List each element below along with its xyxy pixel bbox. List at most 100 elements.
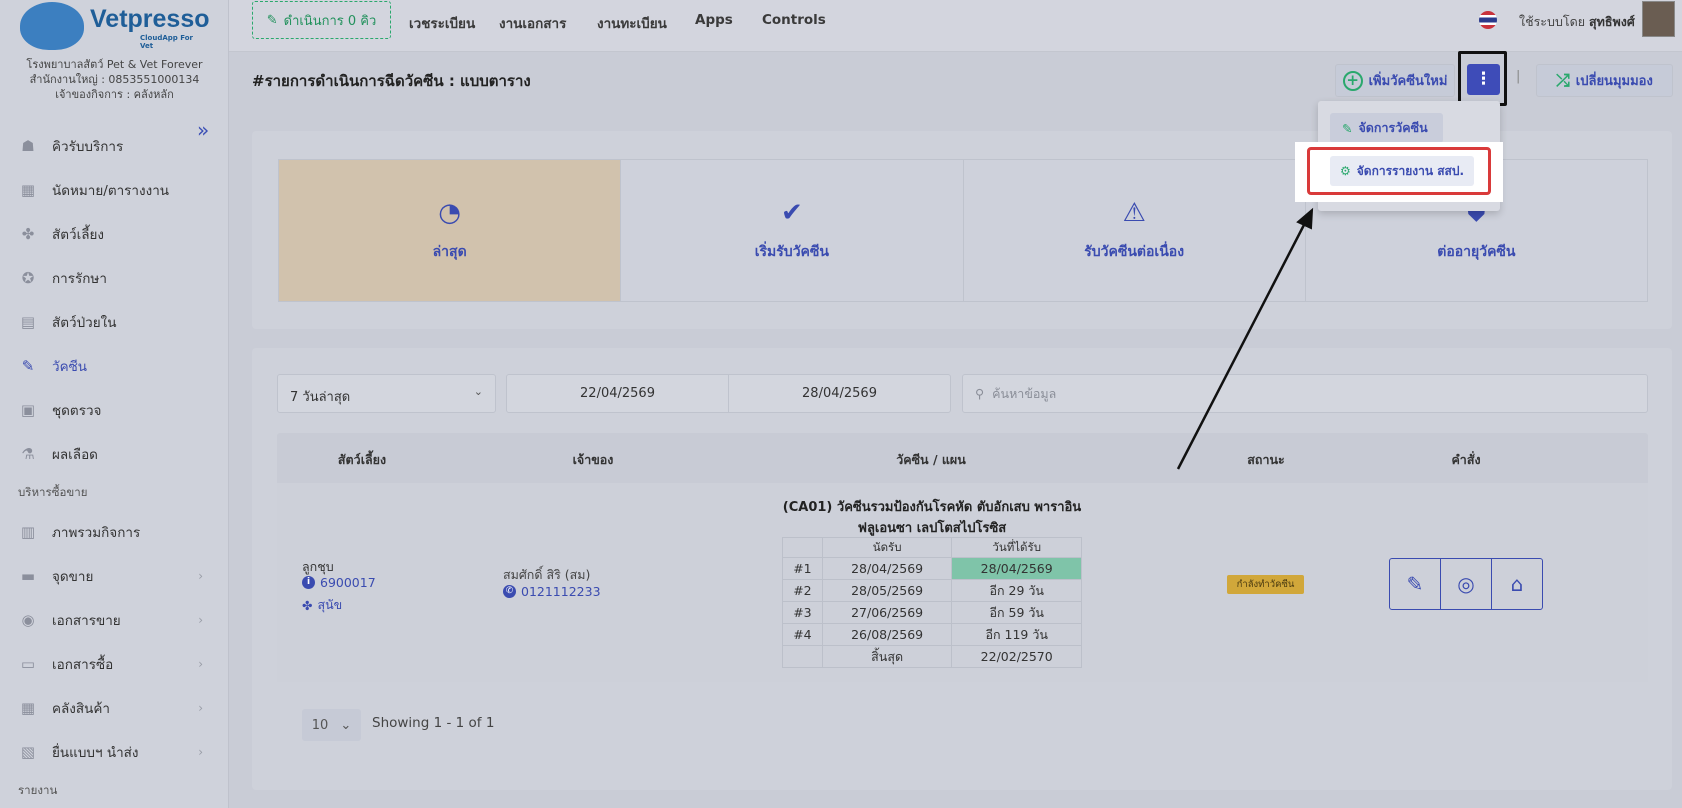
sidebar-item-label: ชุดตรวจ xyxy=(52,403,102,419)
pet-type-label: สุนัข xyxy=(317,597,343,612)
clinic-name: โรงพยาบาลสัตว์ Pet & Vet Forever xyxy=(26,58,203,71)
sidebar-item-pets[interactable]: ✤ สัตว์เลี้ยง xyxy=(0,212,229,256)
sidebar-item-tax-forms[interactable]: ▧ ยื่นแบบฯ นำส่ง › xyxy=(0,730,229,774)
paw-icon: ✤ xyxy=(302,597,313,613)
schedule-cell xyxy=(782,645,823,668)
sidebar-item-inpatients[interactable]: ▤ สัตว์ป่วยใน xyxy=(0,300,229,344)
tab-label: ต่ออายุวัคซีน xyxy=(1437,243,1516,260)
vaccinate-button[interactable]: ✎ xyxy=(1390,559,1441,609)
pet-id-link[interactable]: i 6900017 xyxy=(302,575,376,590)
menu-documents[interactable]: งานเอกสาร xyxy=(499,12,566,34)
menu-medical-records[interactable]: เวชระเบียน xyxy=(409,12,475,34)
schedule-col-received: วันที่ได้รับ xyxy=(951,537,1082,558)
calendar-icon: ▦ xyxy=(20,181,36,199)
tab-recent[interactable]: ◔ ล่าสุด xyxy=(279,160,622,301)
table-header: สัตว์เลี้ยง เจ้าของ วัคซีน / แผน สถานะ ค… xyxy=(277,433,1648,483)
switch-view-label: เปลี่ยนมุมมอง xyxy=(1575,74,1653,89)
kebab-icon: ⋮ xyxy=(1475,69,1492,89)
menu-item-manage-vaccine[interactable]: ✎ จัดการวัคซีน xyxy=(1330,113,1443,143)
menu-item-manage-report-highlight: ⚙ จัดการรายงาน สสป. xyxy=(1307,147,1491,195)
shuffle-icon: ⤮ xyxy=(1556,70,1570,91)
sidebar: Vetpresso CloudApp For Vet โรงพยาบาลสัตว… xyxy=(0,0,229,808)
menu-controls[interactable]: Controls xyxy=(762,12,826,28)
sidebar-item-pos[interactable]: ▬ จุดขาย › xyxy=(0,554,229,598)
header-pet: สัตว์เลี้ยง xyxy=(337,452,387,467)
sidebar-item-sales-docs[interactable]: ◉ เอกสารขาย › xyxy=(0,598,229,642)
sidebar-item-label: ภาพรวมกิจการ xyxy=(52,525,141,541)
clinic-office: สำนักงานใหญ่ : 0853551000134 xyxy=(29,73,200,86)
queue-status-button[interactable]: ✎ ดำเนินการ 0 คิว xyxy=(252,1,391,39)
syringe-icon: ✎ xyxy=(1406,572,1424,596)
date-to-input[interactable]: 28/04/2569 xyxy=(728,374,951,413)
sidebar-item-test-kits[interactable]: ▣ ชุดตรวจ xyxy=(0,388,229,432)
menu-apps[interactable]: Apps xyxy=(695,12,733,28)
ward-icon: ▤ xyxy=(20,313,36,331)
vaccine-title: (CA01) วัคซีนรวมป้องกันโรคหัด ตับอักเสบ … xyxy=(782,500,1082,536)
sidebar-item-label: สัตว์เลี้ยง xyxy=(52,227,104,243)
owner-phone: 0121112233 xyxy=(521,584,601,599)
add-vaccine-button[interactable]: + เพิ่มวัคซีนใหม่ xyxy=(1335,64,1455,97)
chevron-right-icon: › xyxy=(198,745,203,759)
schedule-cell xyxy=(782,537,823,558)
paw-icon: ✤ xyxy=(21,225,35,243)
sidebar-item-warehouse[interactable]: ▦ คลังสินค้า › xyxy=(0,686,229,730)
range-select[interactable]: 7 วันล่าสุด ⌄ xyxy=(277,374,496,413)
sidebar-item-vaccine[interactable]: ✎ วัคซีน xyxy=(0,344,229,388)
sidebar-item-label: การรักษา xyxy=(52,271,107,287)
sidebar-item-purchase-docs[interactable]: ▭ เอกสารซื้อ › xyxy=(0,642,229,686)
header-status: สถานะ xyxy=(1247,452,1285,467)
plus-circle-icon: + xyxy=(1342,70,1363,91)
showing-text: Showing 1 - 1 of 1 xyxy=(372,715,495,731)
pet-type: ✤ สุนัข xyxy=(302,595,342,615)
chevron-down-icon: ⌄ xyxy=(473,385,483,398)
search-input[interactable]: ⚲ ค้นหาข้อมูล xyxy=(962,374,1648,413)
owner-phone-link[interactable]: ✆ 0121112233 xyxy=(503,584,601,599)
warning-icon: ⚠ xyxy=(1122,197,1146,228)
dose-due: 28/05/2569 xyxy=(821,579,953,602)
menu-item-manage-report[interactable]: ⚙ จัดการรายงาน สสป. xyxy=(1330,156,1475,186)
pin-icon: ✎ xyxy=(266,12,278,28)
menu-registration[interactable]: งานทะเบียน xyxy=(597,12,667,34)
dose-no: #1 xyxy=(782,557,823,580)
support-button[interactable]: ◎ xyxy=(1441,559,1492,609)
tab-start-vaccine[interactable]: ✔ เริ่มรับวัคซีน xyxy=(621,160,964,301)
sidebar-item-treatment[interactable]: ✪ การรักษา xyxy=(0,256,229,300)
sidebar-item-label: ยื่นแบบฯ นำส่ง xyxy=(52,745,139,761)
tax-form-icon: ▧ xyxy=(20,743,36,761)
sidebar-section-report: รายงาน xyxy=(18,783,58,797)
pet-name: ลูกชุบ xyxy=(302,559,334,574)
search-placeholder: ค้นหาข้อมูล xyxy=(992,385,1057,401)
tab-label: รับวัคซีนต่อเนื่อง xyxy=(1084,243,1185,260)
sidebar-nav: ☗ คิวรับบริการ ▦ นัดหมาย/ตารางงาน ✤ สัตว์เล… xyxy=(0,124,229,808)
sidebar-item-appointments[interactable]: ▦ นัดหมาย/ตารางงาน xyxy=(0,168,229,212)
sidebar-item-label: เอกสารซื้อ xyxy=(52,657,114,673)
sidebar-item-blood-results[interactable]: ⚗ ผลเลือด xyxy=(0,432,229,476)
sidebar-item-label: คิวรับบริการ xyxy=(52,139,124,155)
switch-view-button[interactable]: ⤮ เปลี่ยนมุมมอง xyxy=(1536,64,1673,97)
sidebar-item-overview[interactable]: ▥ ภาพรวมกิจการ xyxy=(0,510,229,554)
schedule-row: #3 27/06/2569 อีก 59 วัน xyxy=(782,601,1082,624)
phone-icon: ✆ xyxy=(503,585,516,598)
end-date: 22/02/2570 xyxy=(951,645,1082,668)
topbar: ✎ ดำเนินการ 0 คิว เวชระเบียน งานเอกสาร ง… xyxy=(229,0,1682,52)
tab-continue-vaccine[interactable]: ⚠ รับวัคซีนต่อเนื่อง xyxy=(963,160,1306,301)
brand-name: Vetpresso xyxy=(90,5,210,33)
status-badge: กำลังทำวัคซีน xyxy=(1227,575,1304,594)
brand-logo[interactable]: Vetpresso CloudApp For Vet xyxy=(20,2,210,52)
queue-label: ดำเนินการ 0 คิว xyxy=(283,13,377,29)
header-owner: เจ้าของ xyxy=(572,452,614,467)
more-options-button[interactable]: ⋮ xyxy=(1467,64,1500,95)
page-size-select[interactable]: 10 ⌄ xyxy=(302,709,361,741)
queue-icon: ☗ xyxy=(21,137,35,155)
sidebar-item-queue[interactable]: ☗ คิวรับบริการ xyxy=(0,124,229,168)
row-actions: ✎ ◎ ⌂ xyxy=(1389,558,1543,610)
sidebar-item-label: ผลเลือด xyxy=(52,447,98,463)
thai-flag-icon[interactable] xyxy=(1479,11,1497,29)
avatar[interactable] xyxy=(1642,1,1675,37)
gear-icon: ⚙ xyxy=(1340,164,1351,178)
dose-received: อีก 119 วัน xyxy=(951,623,1082,646)
date-from-input[interactable]: 22/04/2569 xyxy=(506,374,729,413)
clinic-button[interactable]: ⌂ xyxy=(1492,559,1542,609)
info-icon: i xyxy=(302,576,315,589)
chevron-down-icon: ⌄ xyxy=(340,717,352,733)
